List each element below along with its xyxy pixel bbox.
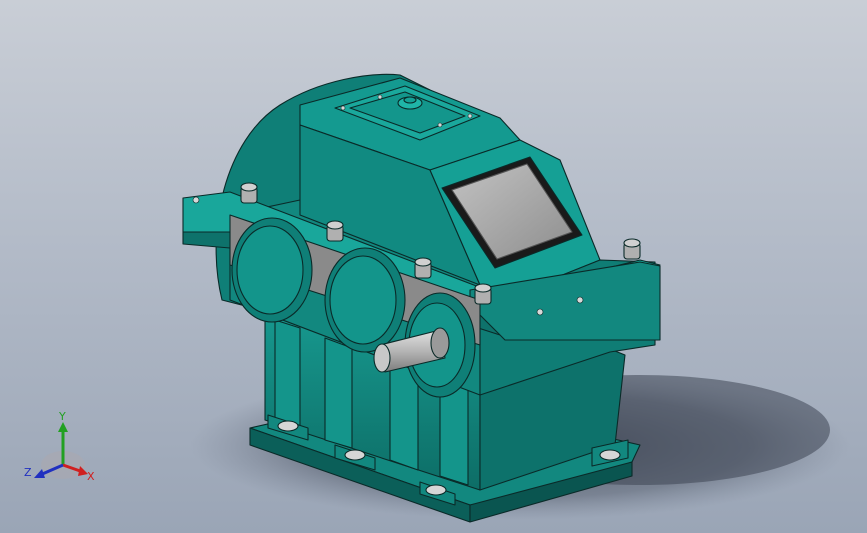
- screw: [536, 308, 544, 316]
- y-axis-arrow: [58, 422, 68, 432]
- base-hole: [425, 484, 447, 496]
- breather-cap-top: [403, 96, 417, 104]
- bolt-head: [474, 283, 492, 293]
- screw: [437, 122, 443, 128]
- base-hole: [344, 449, 366, 461]
- bolt-head: [326, 220, 344, 230]
- y-axis-label: Y: [58, 410, 66, 423]
- screw: [467, 113, 473, 119]
- x-axis-label: X: [87, 470, 95, 483]
- base-hole: [599, 449, 621, 461]
- output-shaft-collar: [430, 327, 450, 359]
- screw: [377, 94, 383, 100]
- base-hole: [277, 420, 299, 432]
- gearbox-model[interactable]: [0, 0, 867, 533]
- output-shaft-end: [373, 343, 391, 373]
- support-rib: [274, 319, 301, 431]
- bolt-head: [414, 257, 432, 267]
- z-axis-label: Z: [24, 466, 32, 479]
- bearing-cover-left-face: [236, 225, 304, 315]
- bolt-head: [240, 182, 258, 192]
- bolt-head: [623, 238, 641, 248]
- screw: [576, 296, 584, 304]
- orientation-triad[interactable]: Y X Z: [18, 410, 108, 490]
- screw: [192, 196, 200, 204]
- bearing-cover-middle-face: [329, 255, 397, 345]
- support-rib: [324, 337, 353, 449]
- screw: [340, 105, 346, 111]
- graphics-viewport[interactable]: Y X Z: [0, 0, 867, 533]
